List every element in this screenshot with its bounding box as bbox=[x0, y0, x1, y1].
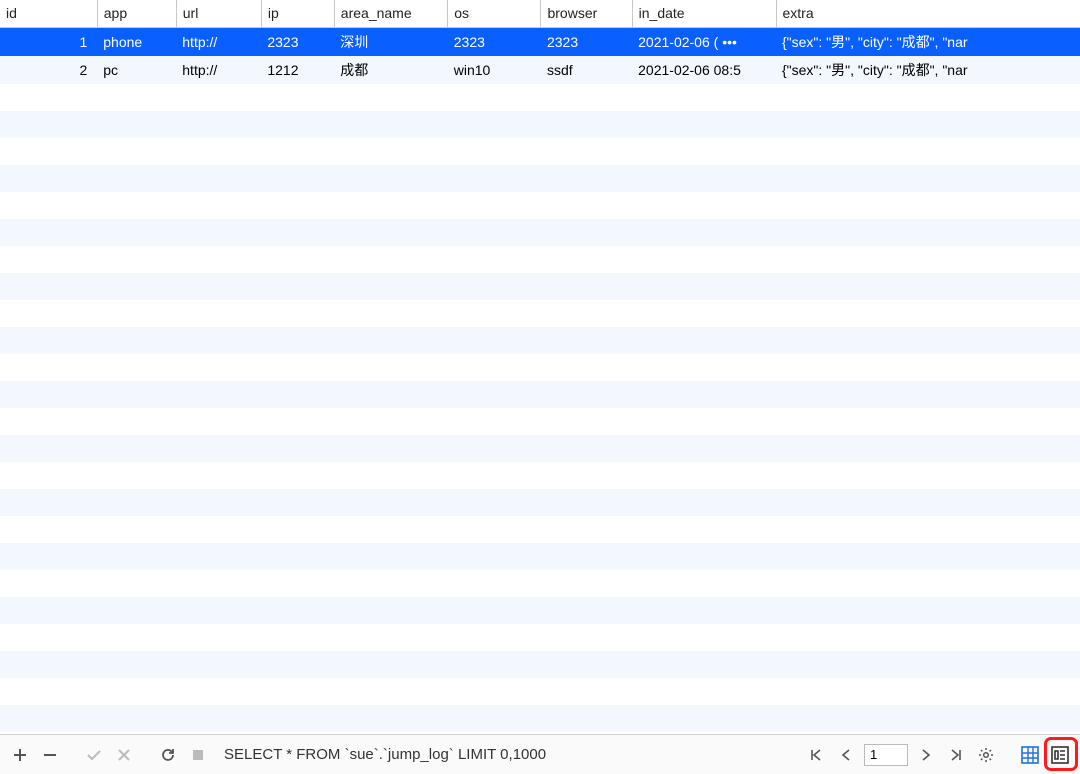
cell[interactable]: 2323 bbox=[261, 27, 334, 56]
cell[interactable]: 2323 bbox=[541, 27, 632, 56]
column-header-area_name[interactable]: area_name bbox=[334, 0, 447, 27]
cell[interactable]: 成都 bbox=[334, 56, 447, 84]
delete-row-button[interactable] bbox=[38, 743, 62, 767]
first-page-button[interactable] bbox=[804, 743, 828, 767]
cell[interactable]: 1 bbox=[0, 27, 97, 56]
column-header-extra[interactable]: extra bbox=[776, 0, 1080, 27]
empty-row bbox=[0, 246, 1080, 273]
cell[interactable]: http:// bbox=[176, 27, 261, 56]
empty-row bbox=[0, 354, 1080, 381]
empty-row bbox=[0, 570, 1080, 597]
grid-view-button[interactable] bbox=[1018, 743, 1042, 767]
prev-page-button[interactable] bbox=[834, 743, 858, 767]
empty-row bbox=[0, 489, 1080, 516]
table-header: idappurliparea_nameosbrowserin_dateextra bbox=[0, 0, 1080, 27]
empty-row bbox=[0, 84, 1080, 111]
empty-row bbox=[0, 327, 1080, 354]
cancel-button[interactable] bbox=[112, 743, 136, 767]
last-page-button[interactable] bbox=[944, 743, 968, 767]
settings-button[interactable] bbox=[974, 743, 998, 767]
cell[interactable]: 2 bbox=[0, 56, 97, 84]
result-grid[interactable]: idappurliparea_nameosbrowserin_dateextra… bbox=[0, 0, 1080, 734]
cell[interactable]: 2323 bbox=[448, 27, 541, 56]
add-row-button[interactable] bbox=[8, 743, 32, 767]
page-number-input[interactable] bbox=[864, 744, 908, 766]
empty-row bbox=[0, 381, 1080, 408]
sql-text: SELECT * FROM `sue`.`jump_log` LIMIT 0,1… bbox=[224, 746, 546, 763]
empty-row bbox=[0, 678, 1080, 705]
bottom-toolbar: SELECT * FROM `sue`.`jump_log` LIMIT 0,1… bbox=[0, 734, 1080, 774]
cell[interactable]: pc bbox=[97, 56, 176, 84]
next-page-button[interactable] bbox=[914, 743, 938, 767]
empty-row bbox=[0, 300, 1080, 327]
cell[interactable]: 2021-02-06 ( ••• bbox=[632, 27, 776, 56]
empty-row bbox=[0, 705, 1080, 732]
cell[interactable]: http:// bbox=[176, 56, 261, 84]
empty-row bbox=[0, 111, 1080, 138]
app-root: idappurliparea_nameosbrowserin_dateextra… bbox=[0, 0, 1080, 774]
empty-row bbox=[0, 651, 1080, 678]
empty-row bbox=[0, 273, 1080, 300]
refresh-button[interactable] bbox=[156, 743, 180, 767]
column-header-os[interactable]: os bbox=[448, 0, 541, 27]
empty-row bbox=[0, 408, 1080, 435]
cell[interactable]: win10 bbox=[448, 56, 541, 84]
empty-row bbox=[0, 192, 1080, 219]
cell[interactable]: {"sex": "男", "city": "成都", "nar bbox=[776, 56, 1080, 84]
column-header-app[interactable]: app bbox=[97, 0, 176, 27]
empty-row bbox=[0, 138, 1080, 165]
table-body: 1phonehttp://2323深圳232323232021-02-06 ( … bbox=[0, 27, 1080, 732]
empty-row bbox=[0, 462, 1080, 489]
commit-button[interactable] bbox=[82, 743, 106, 767]
cell[interactable]: ssdf bbox=[541, 56, 632, 84]
column-header-ip[interactable]: ip bbox=[261, 0, 334, 27]
empty-row bbox=[0, 435, 1080, 462]
table-row[interactable]: 2pchttp://1212成都win10ssdf2021-02-06 08:5… bbox=[0, 56, 1080, 84]
cell[interactable]: 深圳 bbox=[334, 27, 447, 56]
empty-row bbox=[0, 624, 1080, 651]
stop-button[interactable] bbox=[186, 743, 210, 767]
result-table: idappurliparea_nameosbrowserin_dateextra… bbox=[0, 0, 1080, 732]
table-row[interactable]: 1phonehttp://2323深圳232323232021-02-06 ( … bbox=[0, 27, 1080, 56]
cell[interactable]: 2021-02-06 08:5 bbox=[632, 56, 776, 84]
form-view-button[interactable] bbox=[1048, 743, 1072, 767]
column-header-id[interactable]: id bbox=[0, 0, 97, 27]
column-header-url[interactable]: url bbox=[176, 0, 261, 27]
column-header-in_date[interactable]: in_date bbox=[632, 0, 776, 27]
cell[interactable]: 1212 bbox=[261, 56, 334, 84]
empty-row bbox=[0, 219, 1080, 246]
empty-row bbox=[0, 165, 1080, 192]
column-header-browser[interactable]: browser bbox=[541, 0, 632, 27]
empty-row bbox=[0, 516, 1080, 543]
cell[interactable]: {"sex": "男", "city": "成都", "nar bbox=[776, 27, 1080, 56]
empty-row bbox=[0, 597, 1080, 624]
empty-row bbox=[0, 543, 1080, 570]
cell[interactable]: phone bbox=[97, 27, 176, 56]
